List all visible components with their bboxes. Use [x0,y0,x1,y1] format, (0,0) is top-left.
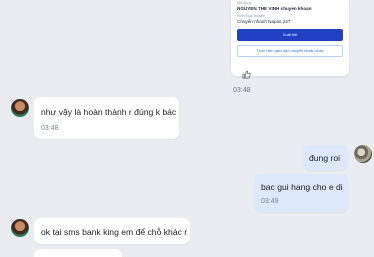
message-text: ok tại sms bank king em để chỗ khác r [41,227,188,237]
incoming-message-bubble[interactable]: như vậy là hoàn thành r đúng k bác 03:48 [34,97,179,139]
incoming-message-bubble[interactable]: ok tại sms bank king em để chỗ khác r [34,218,190,244]
transfer-receipt-card: Nội dung NGUYEN THE VINH chuyen khoan Hì… [231,0,349,76]
sender-avatar[interactable] [11,219,29,237]
export-button[interactable]: Xuất thẻ [237,29,343,41]
message-text: đung roi [309,153,341,163]
message-text: như vậy là hoàn thành r đúng k bác [41,107,177,117]
message-text: bac gui hang cho e di [261,182,343,192]
message-time: 03:49 [261,198,279,205]
outgoing-message-bubble[interactable]: bac gui hang cho e di 03:49 [254,174,348,212]
message-time: 03:48 [233,87,251,94]
message-time: 03:48 [41,125,59,132]
sender-avatar[interactable] [11,99,29,117]
receiver-name: NGUYEN THE VINH chuyen khoan [237,6,312,11]
method-value: Chuyển nhanh Napas 247 [237,19,291,24]
incoming-message-bubble-partial[interactable] [34,249,122,257]
my-avatar[interactable] [354,145,372,163]
new-transfer-button[interactable]: Thực hiện giao dịch chuyển khoản khác [237,45,343,57]
outgoing-message-bubble[interactable]: đung roi [303,145,348,170]
thumbs-up-icon[interactable] [242,70,251,79]
